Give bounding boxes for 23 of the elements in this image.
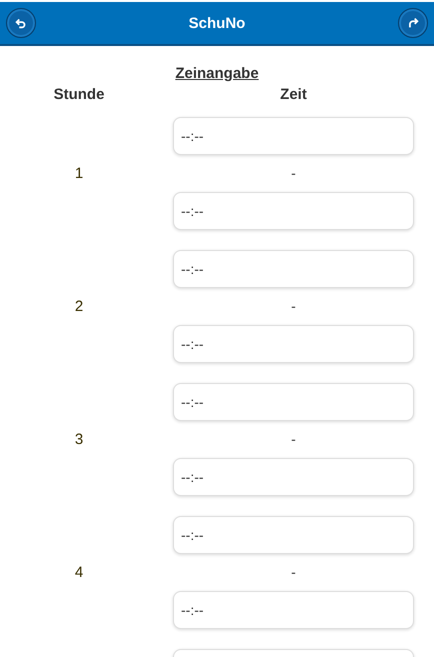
time-input-field[interactable]: --:-- <box>173 117 414 155</box>
lesson-number: 3 <box>74 431 84 448</box>
time-input-field[interactable]: --:-- <box>173 458 414 496</box>
lesson-number: 4 <box>74 564 84 581</box>
time-input-field[interactable]: --:-- <box>173 192 414 230</box>
forward-button[interactable] <box>398 8 428 38</box>
column-header: Zeit <box>279 86 308 103</box>
back-button[interactable] <box>6 8 36 38</box>
time-input-field[interactable]: --:-- <box>173 325 414 363</box>
app-title: SchuNo <box>188 14 246 32</box>
column-header: Stunde <box>52 86 106 103</box>
separator-dash: - <box>290 563 297 582</box>
separator-dash: - <box>290 430 297 449</box>
section-title: Zeinangabe <box>174 65 260 82</box>
time-input-field[interactable]: --:-- <box>173 383 414 421</box>
lesson-number: 1 <box>74 165 84 182</box>
time-input-field[interactable]: --:-- <box>173 250 414 288</box>
undo-arrow-icon <box>14 16 28 30</box>
separator-dash: - <box>290 297 297 316</box>
time-input-field[interactable]: --:-- <box>173 591 414 629</box>
lesson-number: 2 <box>74 298 84 315</box>
time-input-field[interactable]: --:-- <box>173 516 414 554</box>
separator-dash: - <box>290 164 297 183</box>
